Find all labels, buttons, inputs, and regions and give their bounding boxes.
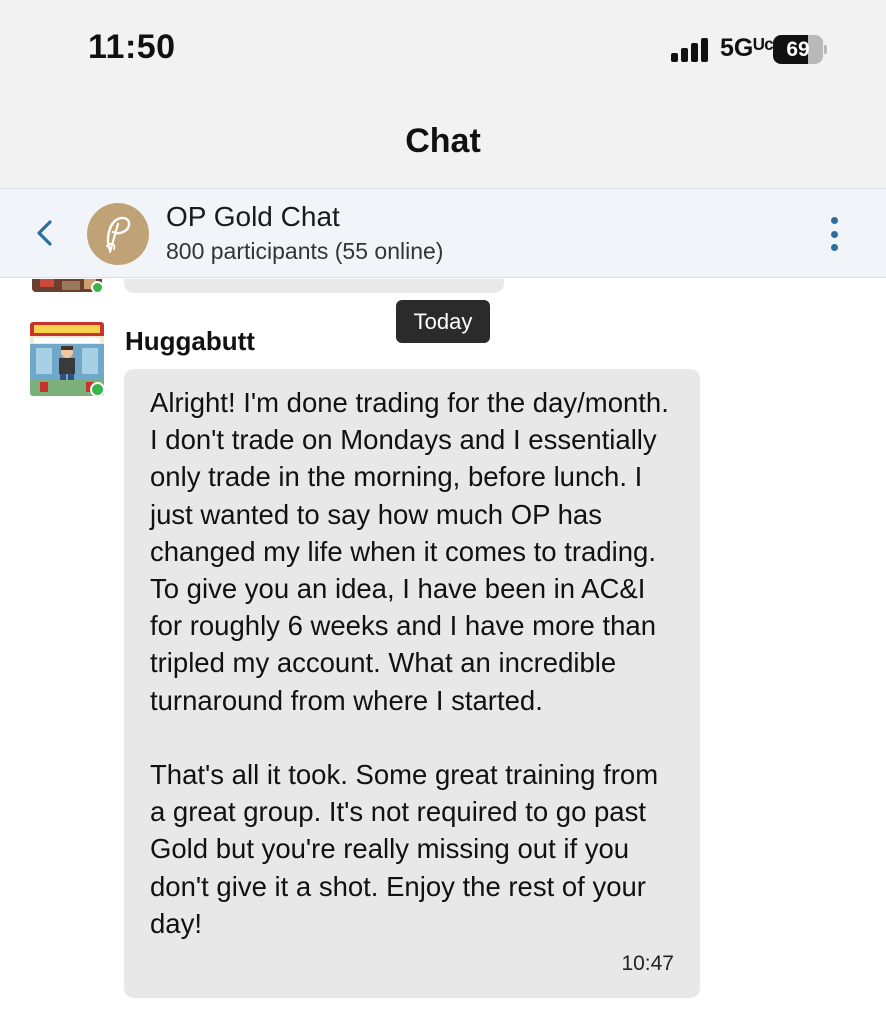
message-text: Alright! I'm done trading for the day/mo…	[150, 387, 669, 939]
more-options-button[interactable]	[822, 217, 846, 251]
group-avatar[interactable]	[87, 203, 149, 265]
chat-header: OP Gold Chat 800 participants (55 online…	[0, 188, 886, 278]
nav-bar: Chat	[0, 100, 886, 188]
message-timestamp: 10:47	[621, 952, 674, 975]
previous-online-indicator	[91, 281, 104, 294]
battery-icon: 69	[773, 35, 827, 64]
network-type-label: 5Gᵁᶜ	[720, 34, 774, 62]
more-vertical-icon	[830, 217, 838, 224]
message-bubble[interactable]: Alright! I'm done trading for the day/mo…	[124, 369, 700, 998]
cellular-signal-icon	[671, 38, 713, 62]
back-button[interactable]	[26, 215, 62, 251]
chevron-left-icon	[37, 220, 52, 246]
op-logo-icon	[106, 216, 131, 254]
page-title: Chat	[405, 122, 481, 160]
chat-name[interactable]: OP Gold Chat	[166, 201, 340, 233]
status-bar: 11:50 5Gᵁᶜ 69	[0, 0, 886, 100]
previous-message-bubble[interactable]	[124, 279, 504, 293]
status-time: 11:50	[88, 28, 176, 66]
date-separator: Today	[396, 300, 490, 343]
sender-name[interactable]: Huggabutt	[125, 326, 255, 357]
participant-count: 800 participants (55 online)	[166, 238, 444, 264]
online-indicator	[90, 382, 105, 397]
battery-level-label: 69	[786, 38, 810, 61]
